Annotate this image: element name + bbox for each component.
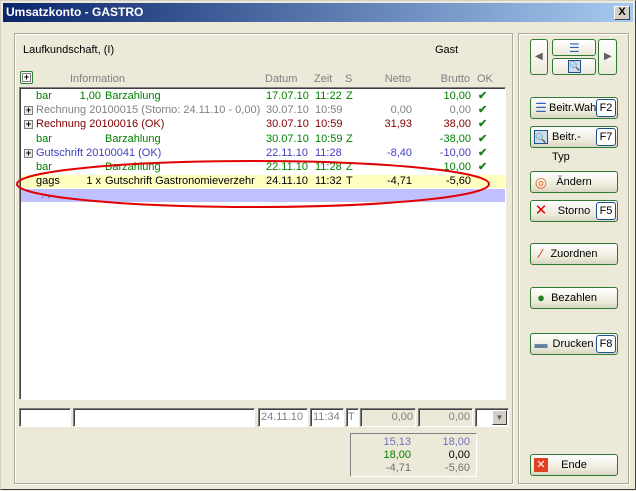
total-brutto-2: 0,00	[448, 449, 470, 461]
total-brutto-1: 18,00	[442, 436, 470, 448]
list-select-icon: ☰	[535, 100, 547, 115]
ende-button[interactable]: ✕ Ende	[530, 454, 618, 476]
drucken-button[interactable]: ▬ Drucken F8	[530, 333, 618, 355]
beitr-wahl-button[interactable]: ☰ Beitr.Wah F2	[530, 97, 618, 119]
chevron-down-icon[interactable]: ▼	[492, 410, 507, 425]
entry-datum[interactable]: 24.11.10	[258, 408, 308, 427]
shortcut-f5: F5	[596, 202, 616, 220]
entry-brutto: 0,00	[418, 408, 473, 427]
bezahlen-label: Bezahlen	[551, 292, 597, 304]
select-entry-nav-button[interactable]: ☰	[552, 39, 596, 56]
shortcut-f7: F7	[596, 128, 616, 146]
storno-button[interactable]: ✕ Storno F5	[530, 200, 618, 222]
entry-ok-dropdown[interactable]: ▼	[475, 408, 509, 427]
total-netto-1: 15,13	[383, 436, 411, 448]
prev-button[interactable]: ◀	[530, 39, 548, 75]
beitr-wahl-label: Beitr.Wah	[549, 102, 597, 114]
arrow-left-icon: ◀	[535, 51, 543, 62]
total-brutto-3: -5,60	[444, 462, 470, 474]
list-select-icon: ☰	[569, 41, 580, 55]
entry-s[interactable]: T	[346, 408, 359, 427]
search-icon: 🔍	[534, 130, 548, 144]
arrow-right-icon: ▶	[604, 51, 612, 62]
bezahlen-button[interactable]: ● Bezahlen	[530, 287, 618, 309]
aendern-button[interactable]: ◎ Ändern	[530, 171, 618, 193]
totals-box: 15,13 18,00 18,00 0,00 -4,71 -5,60	[350, 433, 477, 477]
beitr-typ-label: Beitr.-Typ	[552, 131, 581, 163]
zuordnen-button[interactable]: ⁄ Zuordnen	[530, 243, 618, 265]
umsatzkonto-window: Umsatzkonto - GASTRO X Laufkundschaft, (…	[0, 0, 636, 490]
next-button[interactable]: ▶	[598, 39, 617, 75]
beitr-typ-button[interactable]: 🔍 Beitr.-Typ F7	[530, 126, 618, 163]
entry-field-1[interactable]	[19, 408, 71, 427]
ende-label: Ende	[561, 459, 587, 471]
shortcut-f2: F2	[596, 99, 616, 117]
entry-field-2[interactable]	[73, 408, 255, 427]
drucken-label: Drucken	[552, 338, 594, 350]
total-netto-3: -4,71	[385, 462, 411, 474]
printer-icon: ▬	[534, 336, 548, 351]
search-icon: 🔍	[568, 60, 581, 73]
entry-netto: 0,00	[360, 408, 416, 427]
search-nav-button[interactable]: 🔍	[552, 58, 596, 75]
zuordnen-label: Zuordnen	[550, 248, 598, 260]
entry-zeit[interactable]: 11:34	[310, 408, 344, 427]
shortcut-f8: F8	[596, 335, 616, 353]
aendern-label: Ändern	[556, 176, 592, 188]
total-netto-2: 18,00	[383, 449, 411, 461]
